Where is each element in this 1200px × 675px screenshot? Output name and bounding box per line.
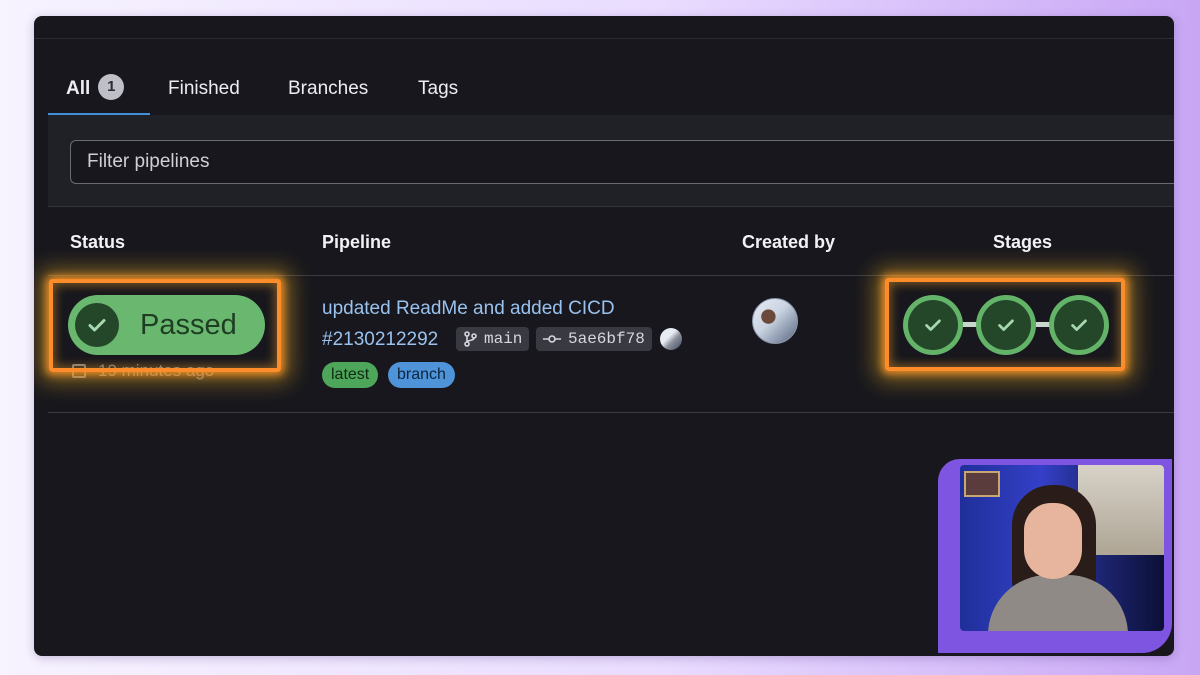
- column-header-status: Status: [70, 232, 126, 252]
- table-row-divider: [48, 412, 1174, 413]
- branch-name: main: [484, 330, 523, 348]
- tab-branches-label: Branches: [288, 78, 369, 99]
- pipeline-commit-title-link[interactable]: updated ReadMe and added CICD: [322, 298, 615, 320]
- presenter-body: [988, 575, 1128, 631]
- tab-tags-label: Tags: [418, 78, 459, 99]
- tab-branches[interactable]: Branches: [288, 66, 368, 112]
- webcam-video: [960, 465, 1164, 631]
- tab-tags[interactable]: Tags: [418, 66, 458, 112]
- tab-all-label: All: [66, 78, 91, 99]
- tab-all[interactable]: All 1: [66, 66, 125, 112]
- webcam-background-picture: [964, 471, 1000, 497]
- stages-highlight-box: [885, 278, 1125, 371]
- commit-chip[interactable]: 5ae6bf78: [536, 327, 652, 351]
- tag-branch-badge: branch: [388, 362, 455, 388]
- commit-author-avatar[interactable]: [660, 328, 682, 350]
- tab-finished[interactable]: Finished: [168, 66, 240, 112]
- tab-finished-label: Finished: [168, 78, 240, 99]
- presenter-face: [1024, 503, 1082, 579]
- status-highlight-box: [49, 279, 281, 372]
- column-header-stages: Stages: [993, 232, 1053, 252]
- top-divider: [34, 38, 1174, 39]
- git-branch-icon: [464, 331, 477, 347]
- filter-pipelines-input[interactable]: Filter pipelines: [70, 140, 1174, 184]
- webcam-overlay: [938, 459, 1172, 653]
- table-row-divider: [48, 275, 1174, 276]
- branch-chip[interactable]: main: [456, 327, 530, 351]
- git-commit-icon: [543, 335, 561, 343]
- tag-latest-badge: latest: [322, 362, 379, 388]
- creator-avatar[interactable]: [752, 298, 798, 344]
- commit-sha: 5ae6bf78: [568, 330, 645, 348]
- column-header-pipeline: Pipeline: [322, 232, 392, 252]
- filter-bar: Filter pipelines: [48, 115, 1174, 207]
- pipeline-tabs: All 1 Finished Branches Tags: [48, 56, 488, 116]
- pipeline-id-link[interactable]: #2130212292: [322, 329, 438, 351]
- tab-all-count-badge: 1: [98, 73, 125, 100]
- column-header-created-by: Created by: [742, 232, 836, 252]
